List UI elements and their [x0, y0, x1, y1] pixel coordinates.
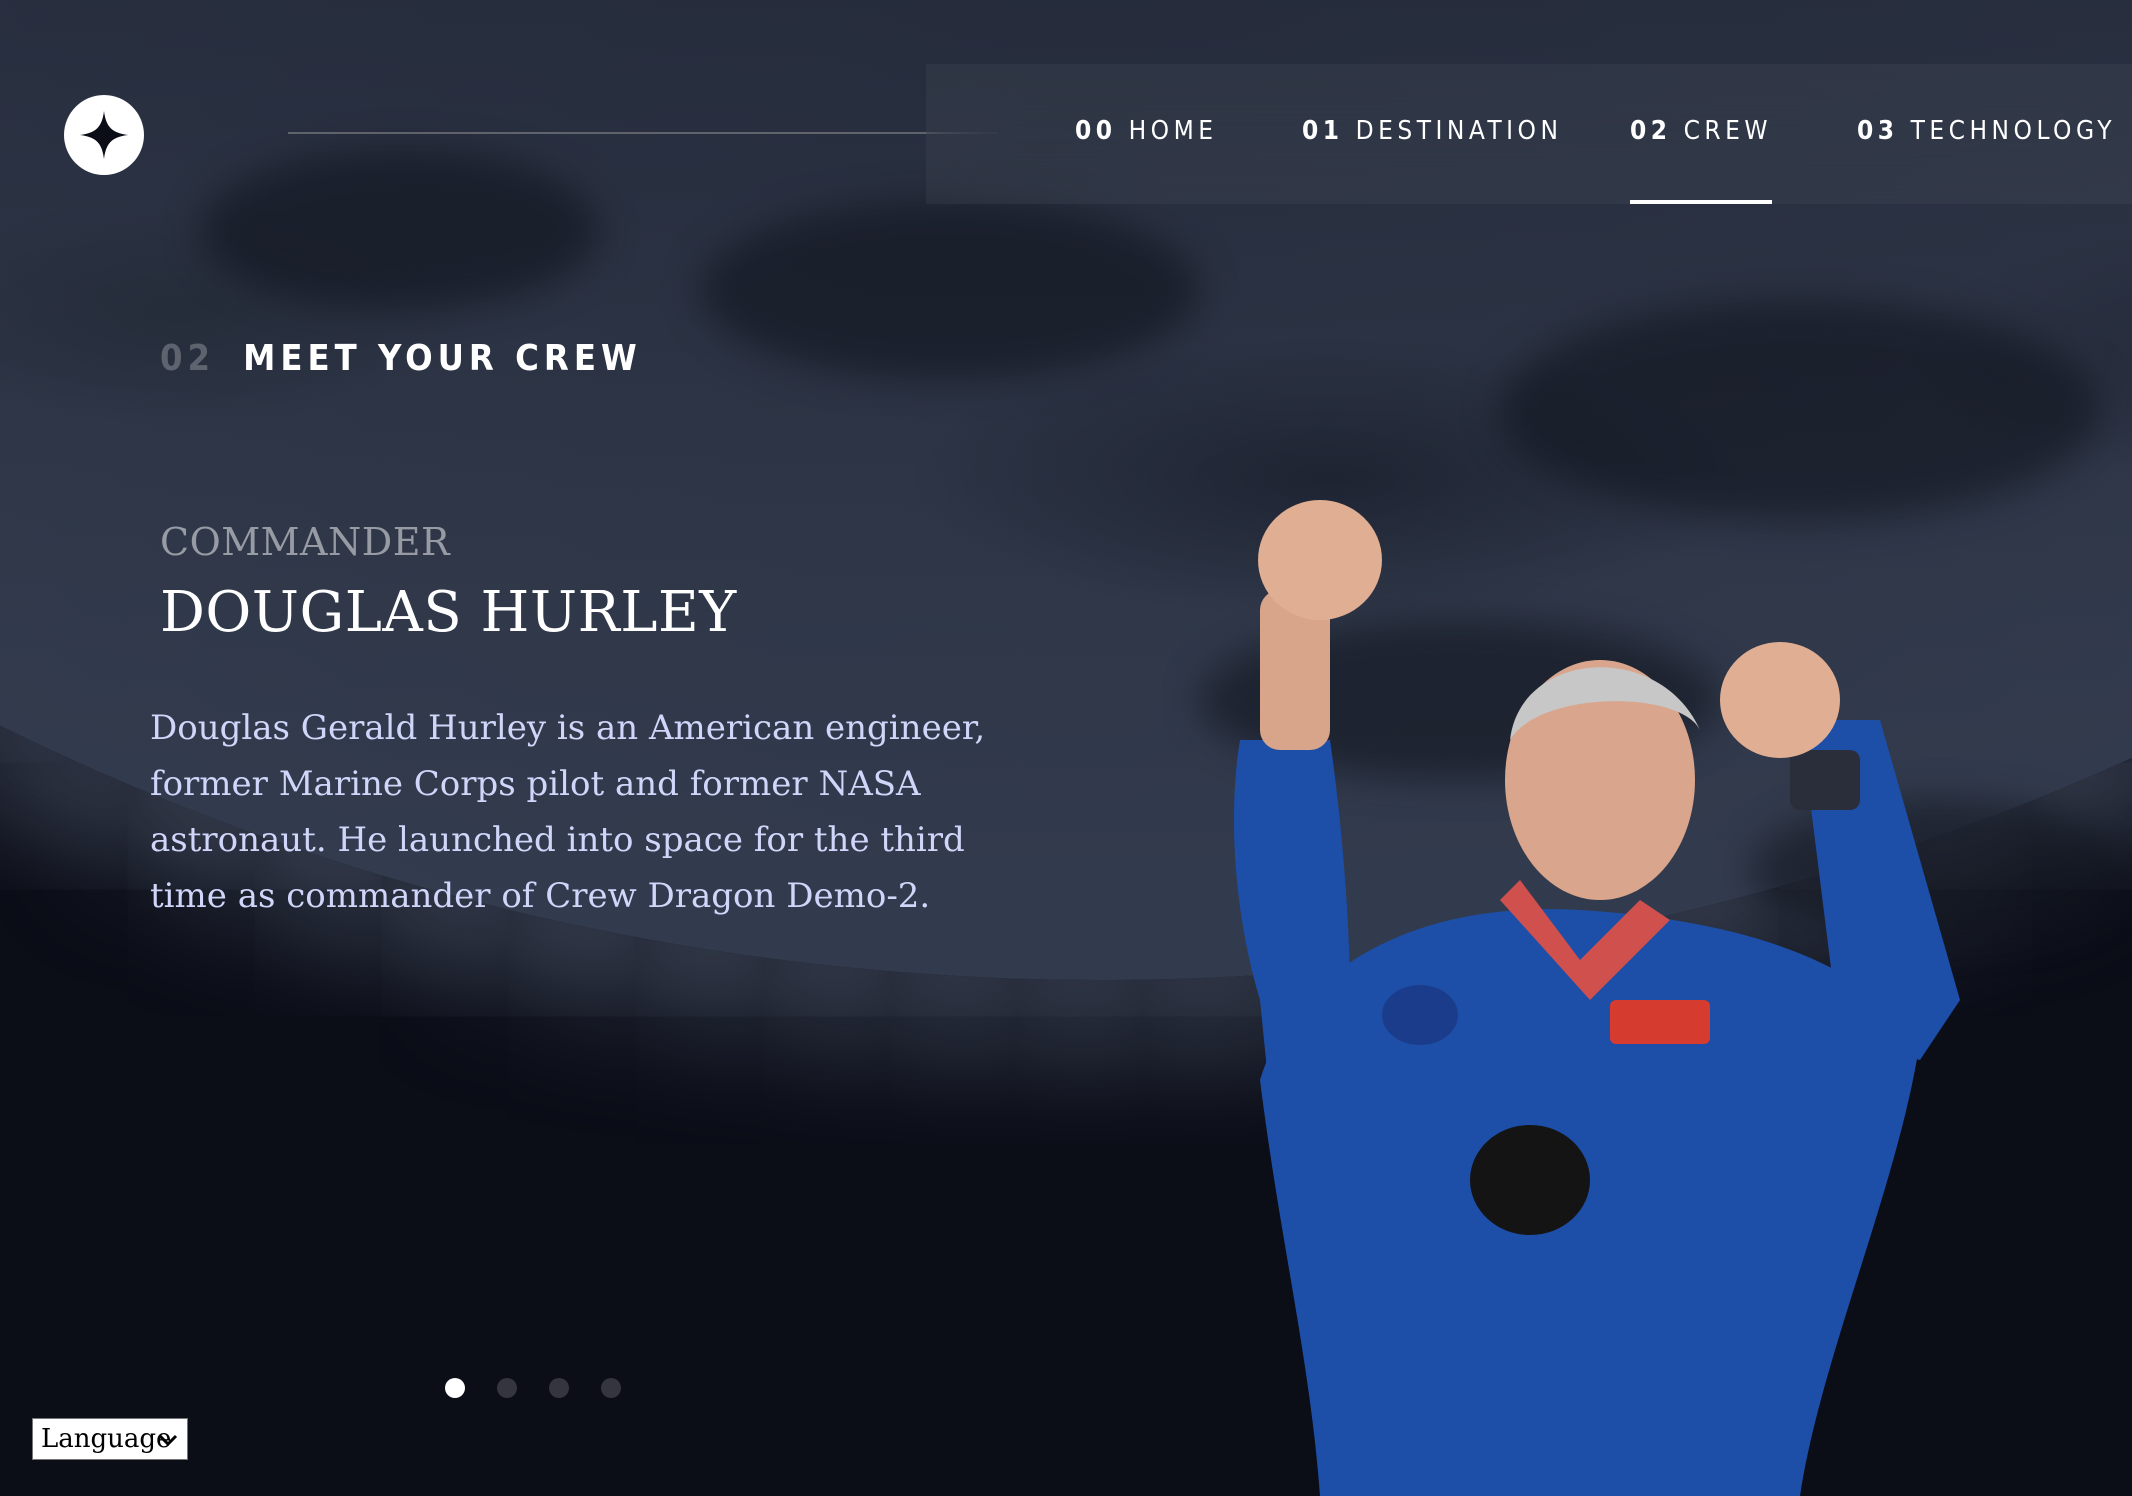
crew-bio: Douglas Gerald Hurley is an American eng… — [150, 708, 986, 916]
crew-role: COMMANDER — [160, 520, 451, 564]
slider-dot-2[interactable] — [497, 1378, 517, 1398]
nav-item-crew[interactable]: 02 CREW — [1630, 116, 1773, 204]
slider-dot-3[interactable] — [549, 1378, 569, 1398]
nav-item-label: DESTINATION — [1355, 116, 1563, 146]
site-header: 00 HOME 01 DESTINATION 02 CREW 03 TECHNOLOGY — [0, 0, 2132, 204]
slider-dot-4[interactable] — [601, 1378, 621, 1398]
nav-item-home[interactable]: 00 HOME — [1075, 116, 1218, 204]
nav-item-label: TECHNOLOGY — [1910, 116, 2117, 146]
nav-item-label: HOME — [1128, 116, 1218, 146]
nav-item-destination[interactable]: 01 DESTINATION — [1302, 116, 1562, 204]
star-logo-icon[interactable] — [64, 95, 144, 175]
language-select[interactable]: Language — [32, 1418, 188, 1460]
page-title: 02 MEET YOUR CREW — [160, 338, 642, 379]
nav-item-number: 01 — [1302, 116, 1344, 146]
nav-item-technology[interactable]: 03 TECHNOLOGY — [1857, 116, 2116, 204]
page-title-text: MEET YOUR CREW — [243, 338, 642, 379]
nav-item-number: 00 — [1075, 116, 1117, 146]
slider-dot-1[interactable] — [445, 1378, 465, 1398]
page-number: 02 — [160, 338, 216, 379]
header-divider — [288, 132, 998, 134]
crew-member-image — [1200, 480, 1980, 1496]
nav-item-label: CREW — [1683, 116, 1773, 146]
chevron-down-icon — [157, 1425, 179, 1460]
crew-slider-dots — [445, 1378, 621, 1398]
nav-item-number: 03 — [1857, 116, 1899, 146]
main-nav: 00 HOME 01 DESTINATION 02 CREW 03 TECHNOLOGY — [926, 64, 2132, 204]
language-select-label: Language — [41, 1424, 172, 1454]
crew-name: DOUGLAS HURLEY — [160, 580, 737, 645]
nav-item-number: 02 — [1630, 116, 1672, 146]
